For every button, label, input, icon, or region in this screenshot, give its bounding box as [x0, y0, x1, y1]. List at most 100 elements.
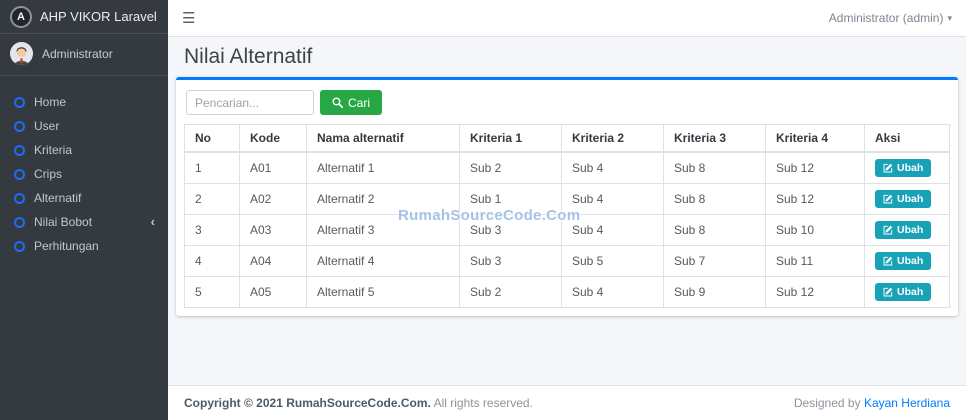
cell-kriteria2: Sub 4: [561, 183, 664, 215]
designer-link[interactable]: Kayan Herdiana: [864, 396, 950, 410]
table-row: 4 A04 Alternatif 4 Sub 3 Sub 5 Sub 7 Sub 11 Uba…: [184, 245, 950, 277]
table-row: 3 A03 Alternatif 3 Sub 3 Sub 4 Sub 8 Sub 10 Uba…: [184, 214, 950, 246]
sidebar: A AHP VIKOR Laravel Administrator Home U…: [0, 0, 168, 420]
cell-aksi: Ubah: [864, 276, 950, 308]
column-header-aksi: Aksi: [864, 124, 950, 153]
edit-button[interactable]: Ubah: [875, 252, 932, 270]
edit-button[interactable]: Ubah: [875, 190, 932, 208]
cell-kriteria3: Sub 9: [663, 276, 766, 308]
edit-button[interactable]: Ubah: [875, 283, 932, 301]
page-title: Nilai Alternatif: [184, 45, 313, 68]
avatar: [10, 42, 33, 65]
cell-no: 2: [184, 183, 240, 215]
edit-button-label: Ubah: [897, 286, 924, 298]
edit-button-label: Ubah: [897, 193, 924, 205]
search-input[interactable]: [186, 90, 314, 115]
sidebar-item-label: Home: [34, 95, 67, 109]
footer-designed-by: Designed by: [793, 396, 861, 410]
user-dropdown[interactable]: Administrator (admin) ▾: [829, 11, 952, 25]
sidebar-item-crips[interactable]: Crips: [0, 162, 168, 186]
cell-no: 1: [184, 151, 240, 184]
nilai-alternatif-card: Cari No Kode Nama: [176, 77, 958, 316]
sidebar-item-alternatif[interactable]: Alternatif: [0, 186, 168, 210]
circle-icon: [14, 120, 25, 132]
cell-kriteria2: Sub 4: [561, 151, 664, 184]
cell-kriteria1: Sub 2: [459, 151, 562, 184]
cell-kriteria4: Sub 12: [765, 276, 865, 308]
cell-kriteria3: Sub 8: [663, 151, 766, 184]
circle-icon: [14, 144, 25, 156]
cell-nama: Alternatif 4: [306, 245, 460, 277]
cell-kriteria1: Sub 2: [459, 276, 562, 308]
sidebar-item-label: Nilai Bobot: [34, 215, 93, 229]
column-header-kode: Kode: [239, 124, 307, 153]
edit-icon: [883, 225, 893, 235]
sidebar-item-label: Alternatif: [34, 191, 82, 205]
table-row: 5 A05 Alternatif 5 Sub 2 Sub 4 Sub 9 Sub 12 Uba…: [184, 276, 950, 308]
circle-icon: [14, 240, 25, 252]
circle-icon: [14, 216, 25, 228]
cell-kriteria4: Sub 11: [765, 245, 865, 277]
app-window: A AHP VIKOR Laravel Administrator Home U…: [0, 0, 966, 420]
column-header-kriteria2: Kriteria 2: [561, 124, 664, 153]
cell-kode: A02: [239, 183, 307, 215]
edit-button[interactable]: Ubah: [875, 221, 932, 239]
brand-link[interactable]: A AHP VIKOR Laravel: [0, 0, 168, 34]
column-header-nama: Nama alternatif: [306, 124, 460, 153]
edit-icon: [883, 194, 893, 204]
sidebar-item-kriteria[interactable]: Kriteria: [0, 138, 168, 162]
circle-icon: [14, 96, 25, 108]
edit-button-label: Ubah: [897, 255, 924, 267]
search-icon: [332, 97, 343, 108]
edit-button-label: Ubah: [897, 162, 924, 174]
cell-nama: Alternatif 3: [306, 214, 460, 246]
content-area: Nilai Alternatif Cari: [168, 37, 966, 385]
cell-kriteria4: Sub 12: [765, 183, 865, 215]
cell-kode: A03: [239, 214, 307, 246]
cell-aksi: Ubah: [864, 151, 950, 184]
footer-credit: Designed by Kayan Herdiana: [794, 396, 950, 410]
cell-no: 3: [184, 214, 240, 246]
hamburger-menu-icon[interactable]: ☰: [182, 11, 195, 26]
edit-icon: [883, 163, 893, 173]
caret-down-icon: ▾: [947, 12, 952, 23]
cell-kriteria3: Sub 8: [663, 183, 766, 215]
column-header-no: No: [184, 124, 240, 153]
footer-copyright-rest: All rights reserved.: [433, 396, 533, 410]
alternatif-table: No Kode Nama alternatif Kriteria 1 Krite…: [184, 124, 950, 308]
edit-icon: [883, 256, 893, 266]
footer-copyright: Copyright © 2021 RumahSourceCode.Com. Al…: [184, 396, 533, 410]
sidebar-item-label: User: [34, 119, 60, 133]
user-panel[interactable]: Administrator: [0, 34, 168, 76]
table-header-row: No Kode Nama alternatif Kriteria 1 Krite…: [184, 124, 950, 153]
sidebar-item-label: Perhitungan: [34, 239, 99, 253]
column-header-kriteria4: Kriteria 4: [765, 124, 865, 153]
edit-button-label: Ubah: [897, 224, 924, 236]
search-bar: Cari: [184, 88, 950, 117]
search-button[interactable]: Cari: [320, 90, 383, 115]
cell-no: 4: [184, 245, 240, 277]
chevron-left-icon: ‹: [150, 214, 155, 229]
cell-kriteria2: Sub 5: [561, 245, 664, 277]
main-area: ☰ Administrator (admin) ▾ Nilai Alternat…: [168, 0, 966, 420]
cell-kode: A01: [239, 151, 307, 184]
sidebar-item-user[interactable]: User: [0, 114, 168, 138]
cell-kriteria3: Sub 8: [663, 214, 766, 246]
edit-button[interactable]: Ubah: [875, 159, 932, 177]
cell-kriteria3: Sub 7: [663, 245, 766, 277]
cell-kriteria4: Sub 10: [765, 214, 865, 246]
cell-kriteria4: Sub 12: [765, 151, 865, 184]
footer-copyright-bold: Copyright © 2021 RumahSourceCode.Com.: [184, 396, 431, 410]
sidebar-item-label: Kriteria: [34, 143, 73, 157]
sidebar-item-home[interactable]: Home: [0, 90, 168, 114]
column-header-kriteria1: Kriteria 1: [459, 124, 562, 153]
cell-no: 5: [184, 276, 240, 308]
search-button-label: Cari: [348, 95, 371, 110]
cell-kriteria2: Sub 4: [561, 276, 664, 308]
table-row: 1 A01 Alternatif 1 Sub 2 Sub 4 Sub 8 Sub 12 Uba…: [184, 151, 950, 184]
top-navbar: ☰ Administrator (admin) ▾: [168, 0, 966, 37]
sidebar-item-perhitungan[interactable]: Perhitungan: [0, 234, 168, 258]
cell-kode: A04: [239, 245, 307, 277]
sidebar-item-nilai-bobot[interactable]: Nilai Bobot ‹: [0, 210, 168, 234]
cell-aksi: Ubah: [864, 214, 950, 246]
